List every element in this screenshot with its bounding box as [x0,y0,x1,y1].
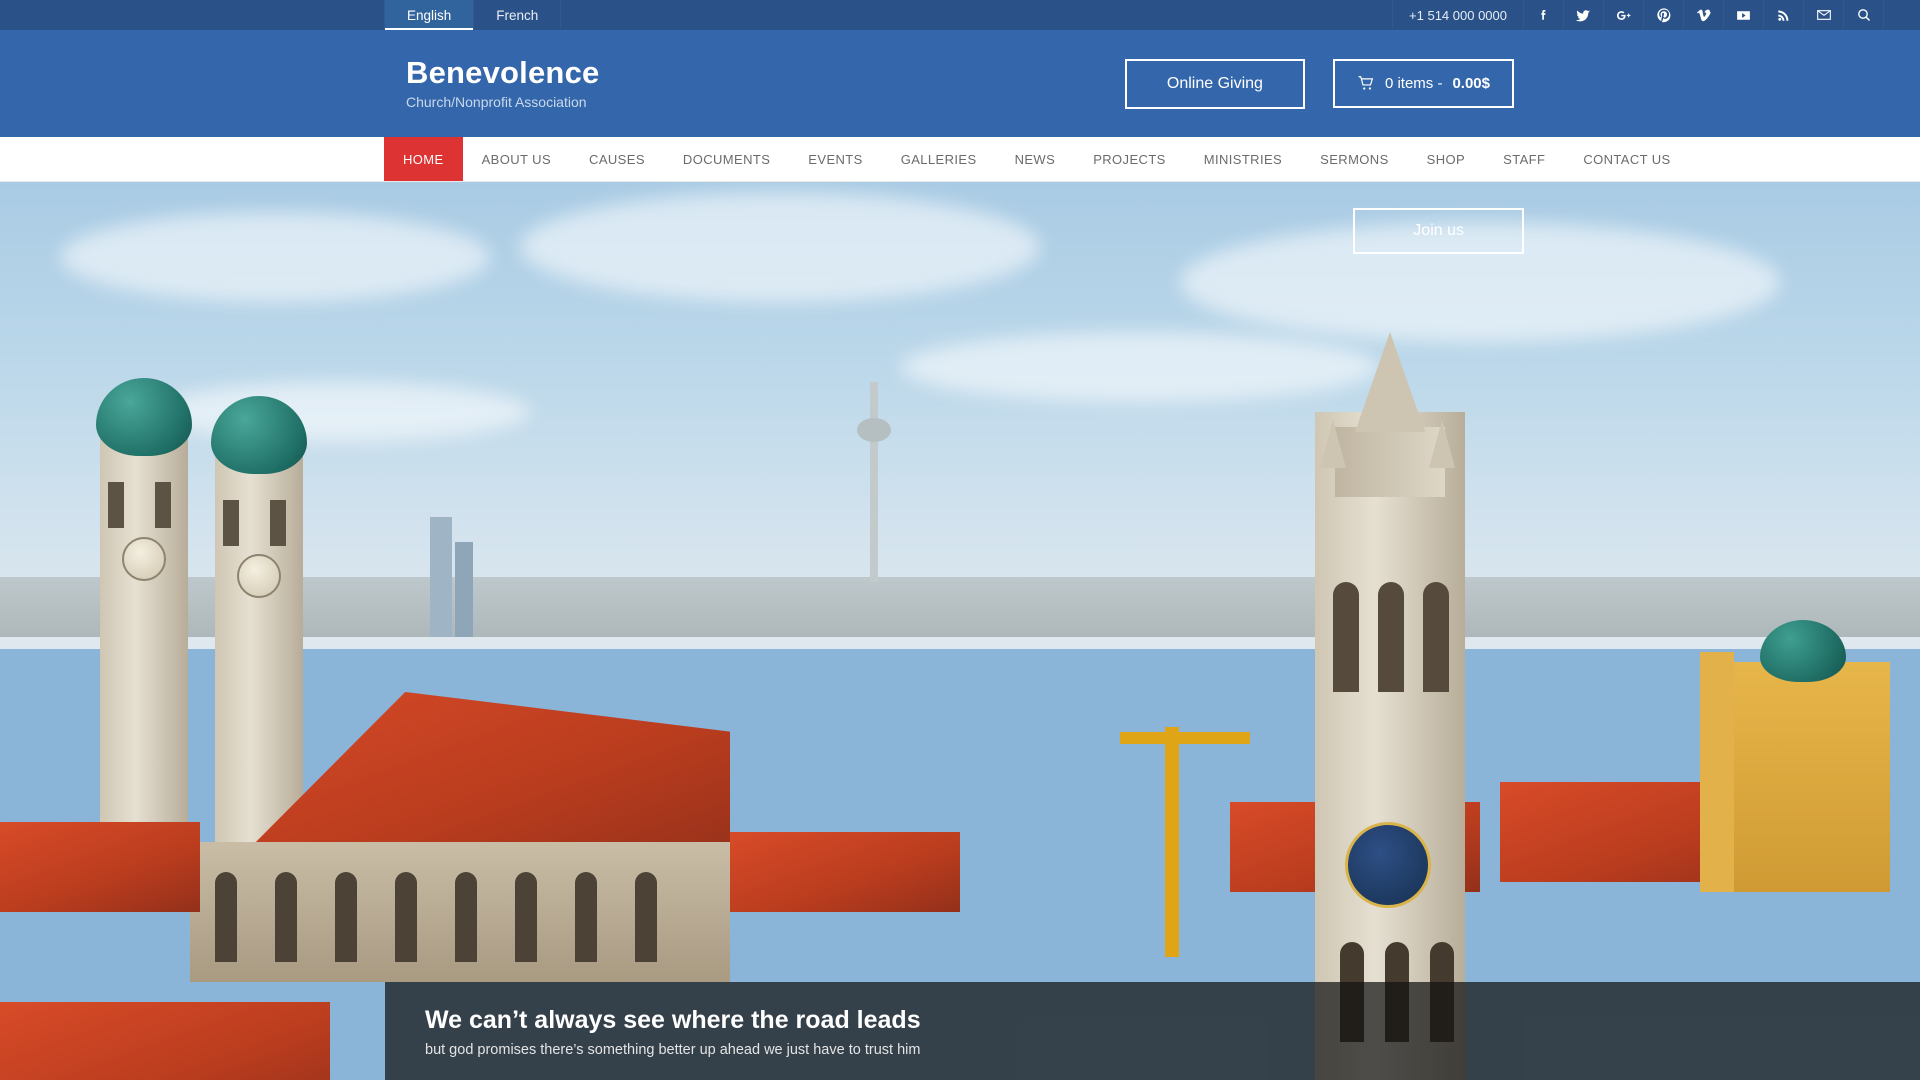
tower-window [270,500,286,546]
crane-arm [1120,732,1250,744]
nav-item-documents-label: DOCUMENTS [682,151,771,167]
cart-items-label: 0 items - [1384,75,1443,92]
language-switcher: English French [384,0,562,30]
nav-item-causes-label: CAUSES [589,151,645,167]
nav-item-shop-label: SHOP [1426,151,1466,167]
hero-caption-bar: We can’t always see where the road leads… [385,982,1920,1080]
nave-window [395,872,417,962]
language-tab-french[interactable]: French [474,0,562,30]
nav-items: HOME ABOUT US CAUSES DOCUMENTS EVENTS GA… [384,137,1690,181]
nave-window [515,872,537,962]
language-tab-english-label: English [407,7,452,23]
nav-item-home-label: HOME [403,151,444,167]
language-tab-french-label: French [496,7,539,23]
nav-item-projects[interactable]: PROJECTS [1074,137,1185,181]
nave-window [275,872,297,962]
nav-item-about-us[interactable]: ABOUT US [463,137,570,181]
tower-clock-right [237,554,281,598]
nav-item-staff-label: STAFF [1503,151,1546,167]
tower-clock-left [122,537,166,581]
hero-banner: We can’t always see where the road leads… [0,182,1920,1080]
tower-window [223,500,239,546]
cloud-shape [520,192,1040,302]
nav-item-home[interactable]: HOME [384,137,463,181]
cart-button[interactable]: 0 items - 0.00$ [1332,59,1514,108]
nave-window [335,872,357,962]
header-actions: Online Giving 0 items - 0.00$ [1124,58,1514,109]
cloud-shape [150,382,530,442]
twitter-icon[interactable] [1564,0,1604,30]
nav-item-galleries[interactable]: GALLERIES [882,137,996,181]
nav-item-sermons[interactable]: SERMONS [1301,137,1408,181]
tv-tower-disc [857,418,891,442]
nav-item-shop[interactable]: SHOP [1408,137,1484,181]
hero-caption-subtitle: but god promises there’s something bette… [425,1041,921,1058]
email-icon[interactable] [1804,0,1844,30]
construction-crane [1165,727,1179,957]
nave-window [635,872,657,962]
tv-tower [870,382,878,582]
rooftop [0,822,200,912]
top-bar-spacer [1884,0,1920,30]
nav-item-news-label: NEWS [1014,151,1056,167]
townhall-window [1333,582,1359,692]
tower-window [108,482,124,528]
nave-window [455,872,477,962]
tower-window [155,482,171,528]
rooftop [730,832,960,912]
vimeo-icon[interactable] [1684,0,1724,30]
cart-total: 0.00$ [1452,75,1490,92]
join-us-button[interactable]: Join us [1353,208,1524,254]
phone-number: +1 514 000 0000 [1392,0,1524,30]
site-header: Benevolence Church/Nonprofit Association… [0,30,1920,137]
nav-item-contact-us-label: CONTACT US [1583,151,1671,167]
cart-icon [1357,75,1375,92]
nave-window [575,872,597,962]
hero-caption-title: We can’t always see where the road leads [425,1005,921,1034]
main-navigation: HOME ABOUT US CAUSES DOCUMENTS EVENTS GA… [0,137,1920,182]
nav-item-events-label: EVENTS [808,151,863,167]
language-tab-english[interactable]: English [384,0,475,30]
nave-window [215,872,237,962]
yellow-church-tower [1700,652,1734,892]
townhall-window [1378,582,1404,692]
googleplus-icon[interactable] [1604,0,1644,30]
townhall-window [1423,582,1449,692]
facebook-icon[interactable] [1524,0,1564,30]
top-bar-right: +1 514 000 0000 [1392,0,1920,30]
nav-item-ministries[interactable]: MINISTRIES [1185,137,1301,181]
townhall-spire [1355,332,1425,432]
nav-item-projects-label: PROJECTS [1093,151,1166,167]
pinterest-icon[interactable] [1644,0,1684,30]
townhall-pinnacle [1320,420,1346,468]
nav-item-staff[interactable]: STAFF [1484,137,1564,181]
nav-item-contact-us[interactable]: CONTACT US [1564,137,1689,181]
nav-item-events[interactable]: EVENTS [789,137,881,181]
nav-item-news[interactable]: NEWS [996,137,1075,181]
search-icon[interactable] [1844,0,1884,30]
townhall-clock [1345,822,1431,908]
nav-item-causes[interactable]: CAUSES [570,137,664,181]
online-giving-button[interactable]: Online Giving [1124,58,1305,109]
nav-item-ministries-label: MINISTRIES [1203,151,1283,167]
hero-caption-text: We can’t always see where the road leads… [425,1005,921,1058]
rss-icon[interactable] [1764,0,1804,30]
distant-building [455,542,473,637]
nav-item-galleries-label: GALLERIES [900,151,977,167]
youtube-icon[interactable] [1724,0,1764,30]
top-bar: English French +1 514 000 0000 [0,0,1920,30]
nav-item-documents[interactable]: DOCUMENTS [664,137,789,181]
cloud-shape [900,332,1380,402]
cloud-shape [60,212,490,302]
yellow-church [1710,662,1890,892]
nav-item-about-us-label: ABOUT US [481,151,552,167]
rooftop [0,1002,330,1080]
brand[interactable]: Benevolence Church/Nonprofit Association [406,54,600,111]
site-title: Benevolence [406,54,600,90]
site-subtitle: Church/Nonprofit Association [406,94,587,111]
distant-building [430,517,452,637]
nav-item-sermons-label: SERMONS [1320,151,1389,167]
townhall-pinnacle [1429,420,1455,468]
